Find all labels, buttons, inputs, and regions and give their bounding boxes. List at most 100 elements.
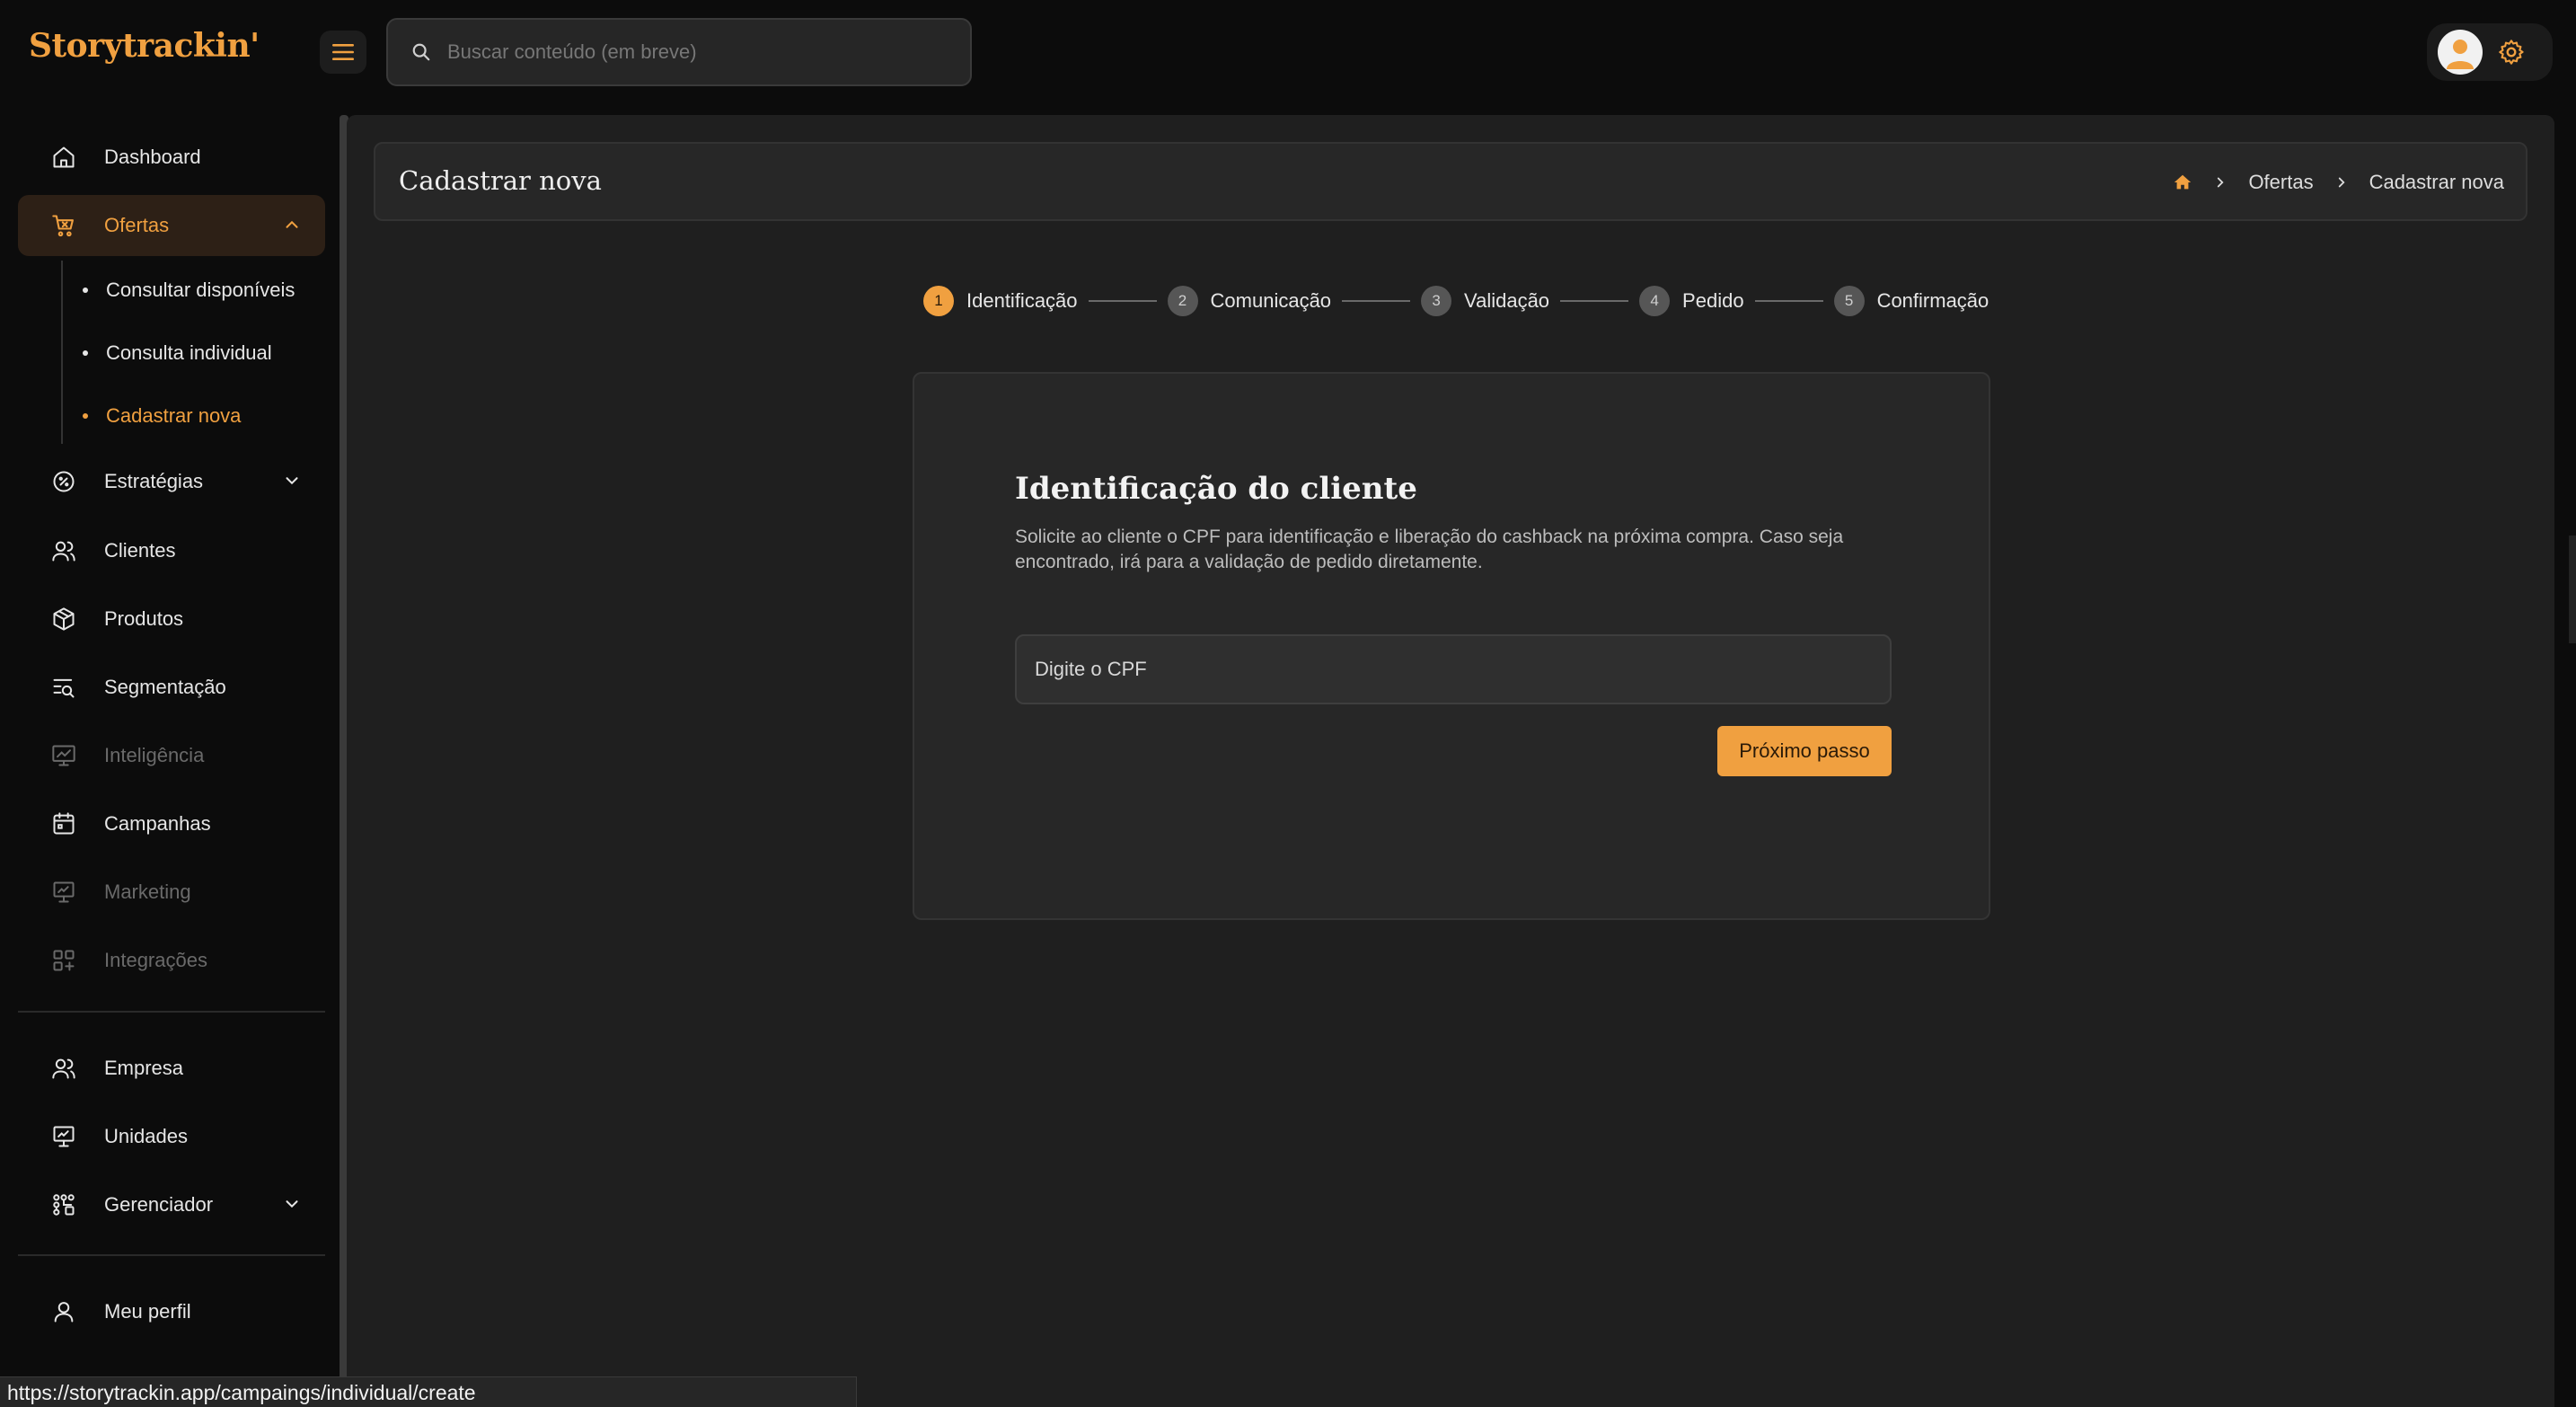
breadcrumb-link-ofertas[interactable]: Ofertas	[2248, 171, 2313, 194]
sidebar-item-label: Segmentação	[104, 676, 226, 698]
sidebar-item-label: Empresa	[104, 1057, 184, 1079]
network-icon	[50, 1191, 77, 1218]
sidebar-item-estrategias[interactable]: Estratégias	[18, 451, 325, 512]
breadcrumb: Ofertas Cadastrar nova	[2173, 171, 2504, 194]
sidebar-item-label: Unidades	[104, 1125, 188, 1147]
sidebar-item-label: Marketing	[104, 880, 191, 903]
step-label: Validação	[1464, 289, 1550, 312]
sidebar-item-campanhas[interactable]: Campanhas	[18, 793, 325, 854]
sidebar-item-label: Campanhas	[104, 812, 211, 835]
sidebar-item-inteligencia[interactable]: Inteligência	[18, 725, 325, 786]
home-icon	[50, 144, 77, 171]
sidebar-item-unidades[interactable]: Unidades	[18, 1106, 325, 1167]
step-label: Pedido	[1682, 289, 1744, 312]
sidebar-subitem-label: Cadastrar nova	[106, 404, 242, 427]
sidebar-item-integracoes[interactable]: Integrações	[18, 930, 325, 991]
chevron-up-icon	[286, 220, 298, 228]
step-number: 5	[1833, 286, 1865, 316]
step-connector	[1560, 300, 1629, 302]
identification-form-card: Identificação do cliente Solicite ao cli…	[913, 372, 1990, 920]
next-step-button[interactable]: Próximo passo	[1717, 726, 1892, 776]
step-connector	[1342, 300, 1411, 302]
step-identificacao: 1 Identificação	[923, 286, 1078, 316]
side-panel-handle[interactable]	[2569, 535, 2576, 643]
step-label: Confirmação	[1876, 289, 1989, 312]
sidebar-item-empresa[interactable]: Empresa	[18, 1038, 325, 1099]
sidebar-item-gerenciador[interactable]: Gerenciador	[18, 1174, 325, 1235]
sidebar-item-label: Meu perfil	[104, 1300, 191, 1323]
cart-icon	[50, 212, 77, 239]
hamburger-icon	[332, 44, 354, 60]
sidebar-item-segmentacao[interactable]: Segmentação	[18, 657, 325, 718]
form-title: Identificação do cliente	[1015, 471, 1417, 507]
sidebar-item-ofertas[interactable]: Ofertas	[18, 195, 325, 256]
sidebar-item-label: Clientes	[104, 539, 176, 562]
top-bar: Storytrackin'	[0, 0, 2576, 104]
cpf-input[interactable]	[1015, 634, 1892, 704]
sidebar-item-label: Produtos	[104, 607, 184, 630]
search-input[interactable]	[447, 40, 950, 64]
bullet-icon	[83, 288, 88, 293]
step-number: 1	[923, 286, 954, 316]
bullet-icon	[83, 413, 88, 419]
sidebar-item-meu-perfil[interactable]: Meu perfil	[18, 1281, 325, 1342]
search-bar[interactable]	[386, 18, 972, 86]
box-icon	[50, 606, 77, 633]
apps-plus-icon	[50, 947, 77, 974]
sidebar-item-label: Integrações	[104, 949, 207, 971]
sidebar-subitem-label: Consulta individual	[106, 341, 272, 364]
user-avatar-icon	[2447, 40, 2474, 69]
step-number: 2	[1167, 286, 1198, 316]
users-icon	[50, 537, 77, 564]
form-description: Solicite ao cliente o CPF para identific…	[1015, 527, 1844, 572]
user-menu[interactable]	[2427, 23, 2553, 81]
presentation-icon	[50, 1123, 77, 1150]
sidebar-item-label: Inteligência	[104, 744, 205, 766]
breadcrumb-current: Cadastrar nova	[2369, 171, 2504, 193]
calendar-icon	[50, 810, 77, 837]
chevron-down-icon	[286, 1200, 298, 1208]
sidebar-item-label: Dashboard	[104, 146, 201, 168]
step-confirmacao: 5 Confirmação	[1833, 286, 1989, 316]
step-number: 3	[1421, 286, 1452, 316]
step-connector	[1754, 300, 1823, 302]
percent-badge-icon	[50, 468, 77, 495]
sidebar-item-produtos[interactable]: Produtos	[18, 588, 325, 650]
sidebar-item-label: Estratégias	[104, 470, 204, 492]
chevron-right-icon	[2333, 174, 2350, 190]
menu-toggle-button[interactable]	[320, 31, 366, 74]
chart-monitor-icon	[50, 742, 77, 769]
chevron-down-icon	[286, 477, 298, 485]
sidebar-subitem-consultar-disponiveis[interactable]: Consultar disponíveis	[83, 279, 295, 302]
sidebar-item-label: Gerenciador	[104, 1193, 214, 1216]
chevron-right-icon	[2212, 174, 2228, 190]
list-search-icon	[50, 674, 77, 701]
submenu-guide-line	[61, 261, 63, 444]
app-logo[interactable]: Storytrackin'	[29, 27, 260, 65]
gear-icon[interactable]	[2497, 38, 2526, 66]
sidebar-item-dashboard[interactable]: Dashboard	[18, 127, 325, 188]
sidebar-subitem-cadastrar-nova[interactable]: Cadastrar nova	[83, 404, 241, 428]
sidebar-subitem-consulta-individual[interactable]: Consulta individual	[83, 341, 272, 365]
status-bar-url: https://storytrackin.app/campaings/indiv…	[0, 1376, 857, 1407]
sidebar-item-clientes[interactable]: Clientes	[18, 520, 325, 581]
home-icon[interactable]	[2173, 173, 2192, 192]
user-icon	[50, 1298, 77, 1325]
step-comunicacao: 2 Comunicação	[1167, 286, 1332, 316]
sidebar-divider	[18, 1011, 325, 1013]
presentation-icon	[50, 879, 77, 906]
sidebar-item-label: Ofertas	[104, 214, 170, 236]
step-validacao: 3 Validação	[1421, 286, 1549, 316]
page-header: Cadastrar nova Ofertas Cadastrar nova	[374, 142, 2527, 221]
stepper: 1 Identificação 2 Comunicação 3 Validação 4…	[923, 286, 1989, 316]
step-number: 4	[1639, 286, 1671, 316]
avatar[interactable]	[2438, 30, 2483, 75]
step-connector	[1088, 300, 1157, 302]
step-label: Identificação	[966, 289, 1078, 312]
main-content: Cadastrar nova Ofertas Cadastrar nova 1I…	[347, 115, 2554, 1407]
step-label: Comunicação	[1210, 289, 1332, 312]
users-icon	[50, 1055, 77, 1082]
sidebar-item-marketing[interactable]: Marketing	[18, 862, 325, 923]
step-pedido: 4 Pedido	[1639, 286, 1744, 316]
bullet-icon	[83, 350, 88, 356]
